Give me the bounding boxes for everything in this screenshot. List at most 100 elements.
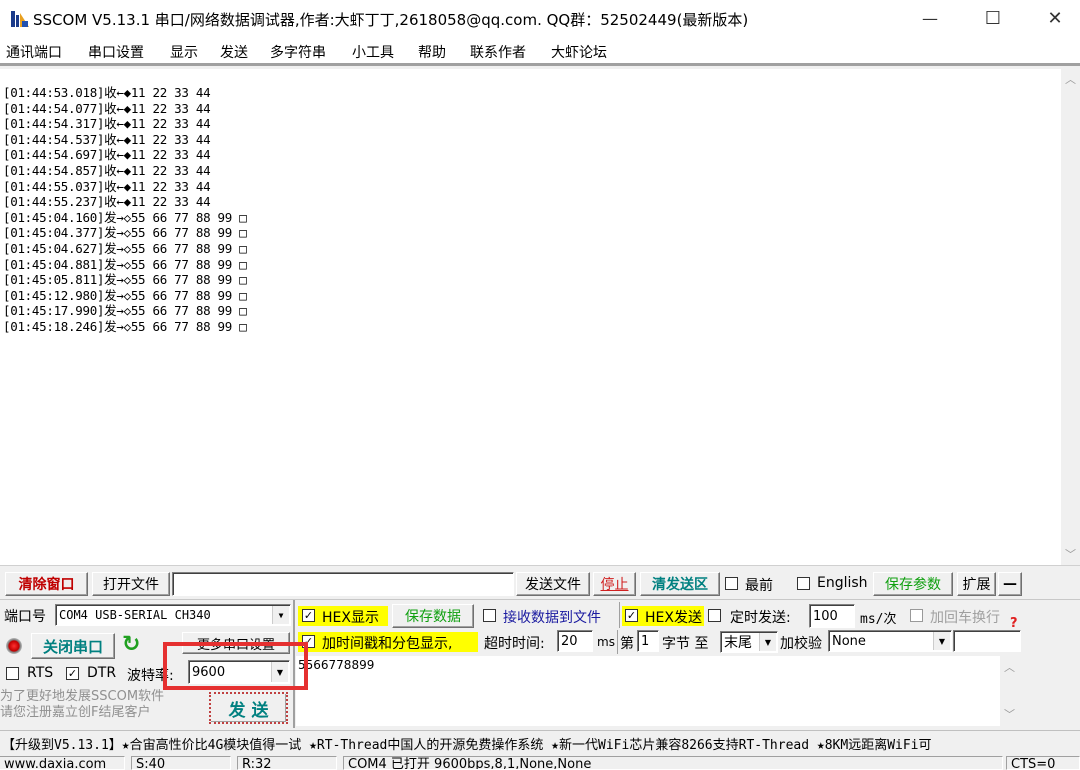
log-dir: 发→◇ (104, 303, 131, 319)
log-line: [01:45:12.980]发→◇55 66 77 88 99 □ (3, 287, 247, 304)
english-checkbox[interactable] (797, 577, 810, 590)
scroll-down-icon[interactable]: ﹀ (1061, 546, 1080, 563)
help-icon[interactable]: ? (1010, 616, 1018, 631)
timed-send-checkbox[interactable] (708, 609, 721, 622)
log-line: [01:44:54.317]收←◆11 22 33 44 (3, 116, 246, 132)
dtr-checkbox[interactable]: ✓ (66, 667, 79, 680)
log-line: [01:45:04.881]发→◇55 66 77 88 99 □ (3, 257, 247, 273)
minimize-icon: — (922, 8, 938, 28)
log-time: [01:45:04.627] (3, 240, 105, 256)
chevron-down-icon[interactable]: ▼ (271, 662, 288, 682)
divider (619, 602, 620, 628)
hex-send-checkbox[interactable]: ✓ (625, 609, 638, 622)
menu-help[interactable]: 帮助 (418, 42, 446, 62)
log-time: [01:44:54.537] (3, 131, 105, 147)
file-path-input[interactable] (172, 572, 514, 596)
dtr-label: DTR (87, 665, 117, 681)
chevron-down-icon[interactable]: ▼ (759, 633, 776, 651)
checksum-select[interactable]: None ▼ (828, 630, 952, 652)
scroll-up-icon[interactable]: ︿ (1000, 659, 1019, 676)
divider (293, 600, 295, 728)
log-dir: 发→◇ (104, 287, 131, 303)
menu-send[interactable]: 发送 (220, 42, 248, 62)
log-time: [01:45:18.246] (3, 318, 105, 334)
title-bar: SSCOM V5.13.1 串口/网络数据调试器,作者:大虾丁丁,2618058… (0, 0, 1080, 36)
timeout-label: 超时时间: (484, 636, 545, 652)
timed-send-label: 定时发送: (730, 610, 791, 626)
log-line: [01:44:54.697]收←◆11 22 33 44 (3, 147, 246, 163)
open-file-button[interactable]: 打开文件 (92, 572, 170, 596)
menu-serial-settings[interactable]: 串口设置 (88, 42, 144, 62)
log-data: 11 22 33 44 (130, 85, 211, 100)
chevron-down-icon[interactable]: ▼ (933, 632, 950, 650)
recv-to-file-label: 接收数据到文件 (503, 610, 601, 626)
add-crlf-checkbox[interactable] (910, 609, 923, 622)
menu-forum[interactable]: 大虾论坛 (551, 42, 607, 62)
log-data: 55 66 77 88 99 □ (130, 240, 247, 256)
log-time: [01:44:55.037] (3, 178, 105, 194)
recv-to-file-checkbox[interactable] (483, 609, 496, 622)
baud-rate-select[interactable]: 9600 ▼ (188, 660, 290, 684)
splitter[interactable] (0, 565, 1080, 571)
clear-window-button[interactable]: 清除窗口 (5, 572, 88, 596)
save-params-button[interactable]: 保存参数 (873, 572, 953, 596)
menu-tools[interactable]: 小工具 (352, 42, 394, 62)
log-dir: 发→◇ (104, 272, 131, 288)
receive-scrollbar[interactable]: ︿ ﹀ (1061, 69, 1080, 565)
more-serial-settings-button[interactable]: 更多串口设置 (182, 632, 290, 654)
hex-display-checkbox[interactable]: ✓ (302, 609, 315, 622)
minimize-button[interactable]: — (900, 0, 960, 36)
menu-contact-author[interactable]: 联系作者 (470, 42, 526, 62)
timestamp-checkbox[interactable]: ✓ (302, 635, 315, 648)
log-time: [01:44:54.857] (3, 162, 105, 178)
menu-comm-port[interactable]: 通讯端口 (6, 42, 62, 62)
send-scrollbar[interactable]: ︿ ﹀ (1000, 656, 1020, 726)
byte-from-input[interactable]: 1 (637, 630, 659, 652)
log-line: [01:44:53.018]收←◆11 22 33 44 (3, 85, 246, 101)
log-time: [01:44:53.018] (3, 85, 105, 100)
log-data: 11 22 33 44 (130, 131, 211, 147)
stop-button[interactable]: 停止 (593, 572, 636, 596)
send-file-button[interactable]: 发送文件 (516, 572, 590, 596)
save-data-button[interactable]: 保存数据 (392, 604, 474, 628)
send-button[interactable]: 发 送 (209, 692, 288, 724)
log-time: [01:44:54.077] (3, 100, 105, 116)
scroll-up-icon[interactable]: ︿ (1061, 71, 1080, 88)
add-crlf-label: 加回车换行 (930, 610, 1000, 626)
menu-multi-string[interactable]: 多字符串 (270, 42, 326, 62)
topmost-checkbox[interactable] (725, 577, 738, 590)
log-dir: 发→◇ (104, 225, 131, 241)
hex-display-label: HEX显示 (322, 610, 379, 626)
timed-interval-input[interactable]: 100 (809, 604, 855, 628)
receive-textarea[interactable]: [01:44:53.018]收←◆11 22 33 44 [01:44:54.07… (0, 69, 1061, 565)
log-time: [01:44:54.697] (3, 147, 105, 163)
collapse-button[interactable]: — (998, 572, 1022, 596)
port-select[interactable]: COM4 USB-SERIAL CH340 ▼ (55, 604, 291, 626)
expand-button[interactable]: 扩展 (957, 572, 996, 596)
rts-checkbox[interactable] (6, 667, 19, 680)
close-button[interactable]: ✕ (1025, 0, 1080, 36)
chevron-down-icon[interactable]: ▼ (272, 606, 289, 624)
close-icon: ✕ (1047, 7, 1063, 29)
log-time: [01:45:04.160] (3, 209, 105, 225)
maximize-button[interactable]: ☐ (963, 0, 1023, 36)
log-time: [01:44:54.317] (3, 116, 105, 132)
clear-send-button[interactable]: 清发送区 (640, 572, 720, 596)
log-line: [01:44:54.537]收←◆11 22 33 44 (3, 132, 246, 148)
log-data: 55 66 77 88 99 □ (130, 318, 247, 334)
log-dir: 收←◆ (104, 131, 131, 147)
port-select-value: COM4 USB-SERIAL CH340 (59, 608, 211, 622)
byte-to-select[interactable]: 末尾 ▼ (720, 631, 778, 653)
scroll-down-icon[interactable]: ﹀ (1000, 706, 1019, 723)
log-line: [01:45:05.811]发→◇55 66 77 88 99 □ (3, 272, 247, 288)
refresh-icon[interactable]: ↻ (122, 632, 140, 657)
menu-display[interactable]: 显示 (170, 42, 198, 62)
close-port-button[interactable]: 关闭串口 (31, 633, 115, 659)
checksum-label: 加校验 (780, 636, 822, 652)
log-dir: 发→◇ (104, 209, 131, 225)
send-textarea[interactable]: 5566778899 (296, 656, 1000, 726)
log-dir: 收←◆ (104, 162, 131, 178)
checksum-result-input[interactable] (953, 630, 1021, 652)
timeout-input[interactable]: 20 (557, 630, 593, 652)
announcement-marquee[interactable]: 【升级到V5.13.1】★合宙高性价比4G模块值得一试 ★RT-Thread中国… (0, 730, 1080, 752)
